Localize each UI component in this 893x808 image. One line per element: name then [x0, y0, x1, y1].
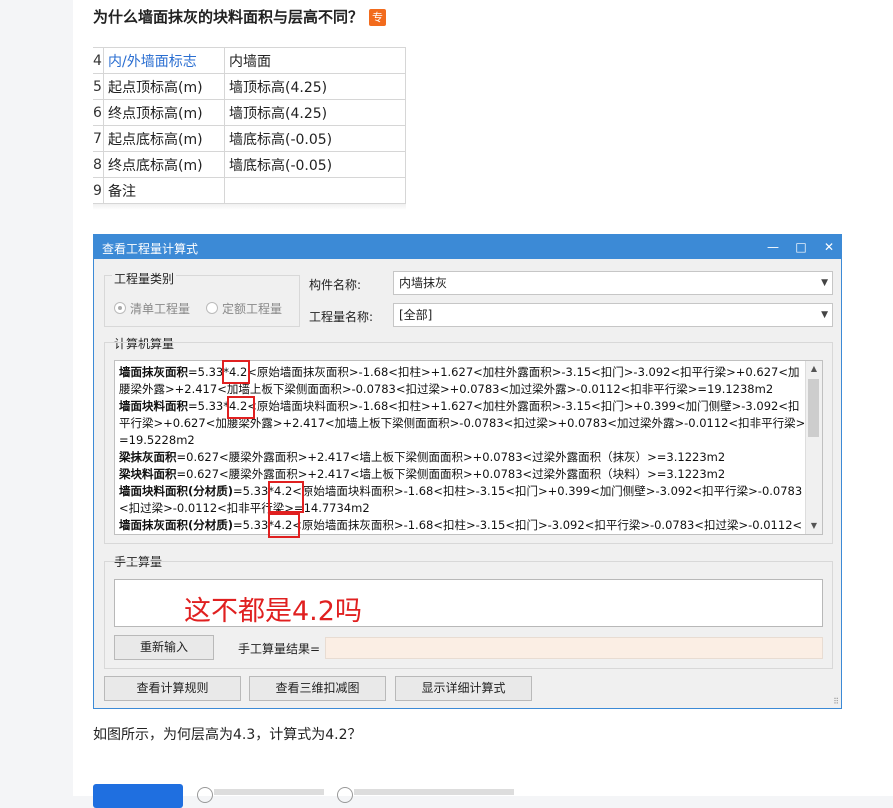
- property-name: 内/外墙面标志: [103, 47, 225, 74]
- question-description: 如图所示，为何层高为4.3，计算式为4.2？: [93, 727, 362, 743]
- calc-formula-text: 墙面抹灰面积=5.33*4.2<原始墙面抹灰面积>-1.68<扣柱>+1.627…: [119, 364, 806, 534]
- calc-line: 墙面块料面积(分材质)=5.33*4.2<原始墙面块料面积>-1.68<扣柱>-…: [119, 483, 803, 500]
- property-row: 5 起点顶标高(m) 墙顶标高(4.25): [93, 73, 406, 100]
- radio-quota-quantity[interactable]: 定额工程量: [206, 300, 282, 317]
- manual-result-field: [325, 637, 823, 659]
- table-fade: [93, 204, 406, 210]
- dialog-titlebar: 查看工程量计算式 — □ ✕: [94, 235, 841, 259]
- calc-quantity-name: 墙面块料面积: [119, 399, 188, 413]
- property-name: 备注: [103, 177, 225, 204]
- property-name: 终点顶标高(m): [103, 99, 225, 126]
- property-name: 终点底标高(m): [103, 151, 225, 178]
- faded-text: [354, 789, 514, 795]
- calc-expression: =5.33*4.2<原始墙面块料面积>-1.68<扣柱>-3.15<扣门>+0.…: [233, 484, 803, 498]
- component-name-value: 内墙抹灰: [399, 276, 448, 290]
- calc-expression: 平行梁>+0.627<加腰梁外露>+2.417<加墙上板下梁侧面面积>-0.07…: [119, 416, 806, 430]
- property-value: 墙顶标高(4.25): [224, 73, 406, 100]
- calc-expression: 腰梁外露>+2.417<加墙上板下梁侧面面积>-0.0783<扣过梁>+0.07…: [119, 382, 774, 396]
- calc-formula-box[interactable]: 墙面抹灰面积=5.33*4.2<原始墙面抹灰面积>-1.68<扣柱>+1.627…: [114, 360, 823, 535]
- dialog-title: 查看工程量计算式: [102, 242, 199, 256]
- quantity-name-label: 工程量名称:: [309, 310, 374, 324]
- property-value: 墙底标高(-0.05): [224, 151, 406, 178]
- property-name: 起点顶标高(m): [103, 73, 225, 100]
- calc-quantity-name: 墙面抹灰面积(分材质): [119, 518, 234, 532]
- reinput-button[interactable]: 重新输入: [114, 635, 214, 660]
- view-3d-deduction-button[interactable]: 查看三维扣减图: [249, 676, 386, 701]
- question-title-text: 为什么墙面抹灰的块料面积与层高不同？: [93, 8, 364, 26]
- row-number: 6: [93, 99, 104, 126]
- highlight-box: [222, 360, 250, 384]
- row-number: 8: [93, 151, 104, 178]
- radio-dot-icon: [114, 302, 126, 314]
- property-value: 墙底标高(-0.05): [224, 125, 406, 152]
- minimize-icon[interactable]: —: [764, 238, 782, 256]
- manual-result-label: 手工算量结果=: [238, 642, 321, 656]
- vertical-scrollbar[interactable]: ▲ ▼: [805, 361, 822, 534]
- circle-icon: [197, 787, 213, 803]
- highlight-box: [227, 396, 255, 419]
- property-row: 6 终点顶标高(m) 墙顶标高(4.25): [93, 99, 406, 126]
- row-number: 5: [93, 73, 104, 100]
- scroll-up-icon[interactable]: ▲: [806, 361, 822, 377]
- chevron-down-icon: ▼: [821, 310, 828, 320]
- property-value: [224, 177, 406, 204]
- calc-expression: <扣过梁>-0.0112<扣非平行梁>=14.7734m2: [119, 501, 370, 515]
- calc-line: 墙面抹灰面积(分材质)=5.33*4.2<原始墙面抹灰面积>-1.68<扣柱>-…: [119, 517, 803, 534]
- component-name-select[interactable]: 内墙抹灰 ▼: [393, 271, 833, 295]
- radio-list-quantity[interactable]: 清单工程量: [114, 300, 190, 317]
- expert-badge: 专: [369, 9, 387, 26]
- calc-line: 平行梁>+0.627<加腰梁外露>+2.417<加墙上板下梁侧面面积>-0.07…: [119, 415, 806, 432]
- property-row: 8 终点底标高(m) 墙底标高(-0.05): [93, 151, 406, 178]
- show-detail-formula-button[interactable]: 显示详细计算式: [395, 676, 532, 701]
- calc-line: =19.5228m2: [119, 432, 803, 449]
- annotation-text: 这不都是4.2吗: [184, 596, 362, 627]
- property-name: 起点底标高(m): [103, 125, 225, 152]
- answer-button[interactable]: [93, 784, 183, 808]
- calc-line: 梁抹灰面积=0.627<腰梁外露面积>+2.417<墙上板下梁侧面面积>+0.0…: [119, 449, 803, 466]
- quantity-name-select[interactable]: [全部] ▼: [393, 303, 833, 327]
- calc-expression: =0.627<腰梁外露面积>+2.417<墙上板下梁侧面面积>+0.0783<过…: [176, 450, 726, 464]
- maximize-icon[interactable]: □: [792, 238, 810, 256]
- scroll-down-icon[interactable]: ▼: [806, 518, 822, 534]
- component-name-label: 构件名称:: [309, 278, 362, 292]
- radio-dot-icon: [206, 302, 218, 314]
- quantity-type-label: 工程量类别: [112, 270, 177, 287]
- highlight-box: [268, 481, 304, 513]
- calc-quantity-name: 梁块料面积: [119, 467, 177, 481]
- calc-expression: =5.33*4.2<原始墙面抹灰面积>-1.68<扣柱>+1.627<加柱外露面…: [188, 365, 800, 379]
- calc-line: <扣过梁>-0.0112<扣非平行梁>=14.7734m2: [119, 500, 803, 517]
- property-row: 4 内/外墙面标志 内墙面: [93, 47, 406, 74]
- property-table: 4 内/外墙面标志 内墙面 5 起点顶标高(m) 墙顶标高(4.25) 6 终点顶标高(m) 墙…: [93, 47, 406, 204]
- calc-expression: =5.33*4.2<原始墙面抹灰面积>-1.68<扣柱>-3.15<扣门>-3.…: [233, 518, 803, 532]
- property-row: 9 备注: [93, 177, 406, 204]
- circle-icon: [337, 787, 353, 803]
- calc-expression: =5.33*4.2<原始墙面块料面积>-1.68<扣柱>+1.627<加柱外露面…: [188, 399, 800, 413]
- calc-line: 梁块料面积=0.627<腰梁外露面积>+2.417<墙上板下梁侧面面积>+0.0…: [119, 466, 803, 483]
- resize-grip-icon[interactable]: ⠿: [833, 697, 839, 706]
- question-title: 为什么墙面抹灰的块料面积与层高不同？ 专: [93, 6, 387, 27]
- faded-text: [214, 789, 324, 795]
- calc-quantity-name: 墙面抹灰面积: [119, 365, 188, 379]
- row-number: 4: [93, 47, 104, 74]
- chevron-down-icon: ▼: [821, 278, 828, 288]
- quantity-dialog: 查看工程量计算式 — □ ✕ 工程量类别 清单工程量 定额工程量 构件名称: 内…: [93, 234, 842, 709]
- calc-expression: =19.5228m2: [119, 433, 195, 447]
- radio-quota-label: 定额工程量: [222, 302, 283, 316]
- property-value: 内墙面: [224, 47, 406, 74]
- property-row: 7 起点底标高(m) 墙底标高(-0.05): [93, 125, 406, 152]
- quantity-name-value: [全部]: [399, 308, 433, 322]
- view-rules-button[interactable]: 查看计算规则: [104, 676, 241, 701]
- calc-quantity-name: 墙面块料面积(分材质): [119, 484, 234, 498]
- radio-list-label: 清单工程量: [130, 302, 191, 316]
- row-number: 7: [93, 125, 104, 152]
- row-number: 9: [93, 177, 104, 204]
- property-value: 墙顶标高(4.25): [224, 99, 406, 126]
- highlight-box: [268, 513, 300, 538]
- calc-quantity-name: 梁抹灰面积: [119, 450, 177, 464]
- scroll-thumb[interactable]: [808, 379, 819, 437]
- close-icon[interactable]: ✕: [820, 238, 838, 256]
- calc-line: 墙面块料面积=5.33*4.2<原始墙面块料面积>-1.68<扣柱>+1.627…: [119, 398, 803, 415]
- calc-expression: =0.627<腰梁外露面积>+2.417<墙上板下梁侧面面积>+0.0783<过…: [176, 467, 726, 481]
- left-gutter: [0, 0, 73, 796]
